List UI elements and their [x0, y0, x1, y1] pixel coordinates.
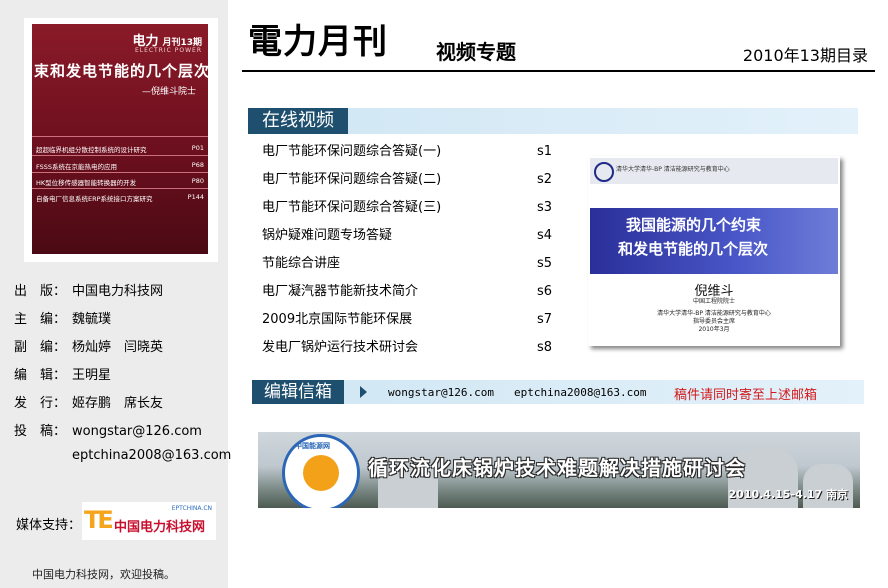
video-item[interactable]: 节能综合讲座 s5 — [262, 256, 552, 284]
tsinghua-logo-icon — [594, 162, 614, 182]
header-divider — [242, 70, 875, 72]
slide-title-line1: 我国能源的几个约束 — [626, 216, 762, 234]
page-title: 電力月刊 — [248, 22, 388, 62]
issue-label: 2010年13期目录 — [742, 46, 868, 65]
video-code[interactable]: s5 — [537, 256, 552, 272]
video-code[interactable]: s7 — [537, 312, 552, 328]
cover-divider — [32, 172, 208, 173]
submission-email-link-2[interactable]: eptchina2008@163.com — [72, 448, 231, 463]
video-title[interactable]: 电厂节能环保问题综合答疑(三) — [262, 200, 441, 215]
slide-title-band: 我国能源的几个约束 和发电节能的几个层次 — [590, 208, 838, 274]
media-support-label: 媒体支持： — [16, 518, 82, 533]
event-banner[interactable]: 中国能源网 循环流化床锅炉技术难题解决措施研讨会 2010.4.15-4.17 … — [258, 432, 860, 508]
logo-url: EPTCHINA.CN — [171, 505, 212, 512]
submission-email-link[interactable]: wongstar@126.com — [72, 424, 202, 439]
slide-title-line2: 和发电节能的几个层次 — [618, 240, 769, 258]
magazine-cover[interactable]: 电力 月刊13期 ELECTRIC POWER 束和发电节能的几个层次 —倪维斗院… — [24, 18, 218, 262]
mailbox-note: 稿件请同时寄至上述邮箱 — [674, 388, 818, 403]
meta-publisher: 出 版： 中国电力科技网 — [14, 284, 164, 299]
video-code[interactable]: s6 — [537, 284, 552, 300]
cover-toc-item: 自备电厂信息系统ERP系统接口方案研究 P144 — [36, 193, 204, 203]
media-partner-logo[interactable]: TE EPTCHINA.CN 中国电力科技网 — [82, 502, 216, 540]
video-title[interactable]: 发电厂锅炉运行技术研讨会 — [262, 340, 418, 355]
editor-mailbox-heading: 编辑信箱 — [252, 380, 344, 404]
video-item[interactable]: 电厂凝汽器节能新技术简介 s6 — [262, 284, 552, 312]
video-title[interactable]: 节能综合讲座 — [262, 256, 340, 271]
online-video-section-bar: 在线视频 — [248, 108, 858, 134]
cover-divider — [32, 188, 208, 189]
mailbox-email-2[interactable]: eptchina2008@163.com — [514, 386, 646, 399]
cover-toc-item: HK型位移传感器智能转换器的开发 P80 — [36, 177, 204, 187]
cover-author: —倪维斗院士 — [141, 87, 196, 97]
video-code[interactable]: s8 — [537, 340, 552, 356]
meta-submission: 投 稿： wongstar@126.com — [14, 424, 202, 439]
energy-network-badge: 中国能源网 — [282, 434, 360, 508]
cover-toc-item: 超超临界机组分散控制系统的设计研究 P01 — [36, 144, 204, 154]
meta-chief-editor: 主 编： 魏毓璞 — [14, 312, 112, 327]
cover-divider — [32, 155, 208, 156]
cover-image: 电力 月刊13期 ELECTRIC POWER 束和发电节能的几个层次 —倪维斗院… — [32, 24, 208, 254]
badge-text: 中国能源网 — [295, 442, 330, 450]
video-item[interactable]: 电厂节能环保问题综合答疑(一) s1 — [262, 144, 552, 172]
page-subtitle: 视频专题 — [436, 40, 516, 64]
video-list: 电厂节能环保问题综合答疑(一) s1 电厂节能环保问题综合答疑(二) s2 电厂节能… — [262, 144, 552, 368]
video-title[interactable]: 锅炉疑难问题专场答疑 — [262, 228, 392, 243]
slide-date: 2010年3月 — [698, 326, 730, 333]
te-logo-icon: TE — [84, 506, 114, 534]
video-title[interactable]: 电厂节能环保问题综合答疑(一) — [262, 144, 441, 159]
video-code[interactable]: s2 — [537, 172, 552, 188]
banner-title: 循环流化床锅炉技术难题解决措施研讨会 — [368, 456, 746, 480]
cover-toc-item: FSSS系统在京能热电的应用 P68 — [36, 161, 204, 171]
video-code[interactable]: s1 — [537, 144, 552, 160]
slide-author-title: 中国工程院院士 — [692, 298, 735, 305]
video-item[interactable]: 锅炉疑难问题专场答疑 s4 — [262, 228, 552, 256]
sun-icon — [303, 455, 339, 491]
cover-divider — [32, 136, 208, 137]
left-sidebar: 电力 月刊13期 ELECTRIC POWER 束和发电节能的几个层次 —倪维斗院… — [0, 0, 231, 588]
meta-deputy-editor: 副 编： 杨灿婷 闫晓英 — [14, 340, 164, 355]
slide-header-text: 清华大学清华-BP 清洁能源研究与教育中心 — [616, 166, 730, 173]
video-item[interactable]: 发电厂锅炉运行技术研讨会 s8 — [262, 340, 552, 368]
video-item[interactable]: 2009北京国际节能环保展 s7 — [262, 312, 552, 340]
online-video-heading: 在线视频 — [248, 108, 348, 134]
mailbox-email-1[interactable]: wongstar@126.com — [388, 386, 494, 399]
video-item[interactable]: 电厂节能环保问题综合答疑(三) s3 — [262, 200, 552, 228]
video-slide-preview[interactable]: 清华大学清华-BP 清洁能源研究与教育中心 我国能源的几个约束 和发电节能的几个… — [588, 156, 840, 346]
slide-header-bar: 清华大学清华-BP 清洁能源研究与教育中心 — [590, 158, 838, 184]
editor-mailbox-bar: 编辑信箱 wongstar@126.com eptchina2008@163.c… — [252, 380, 864, 404]
meta-distribution: 发 行： 姬存鹏 席长友 — [14, 396, 164, 411]
cover-brand-en: ELECTRIC POWER — [134, 47, 202, 54]
logo-name: 中国电力科技网 — [114, 520, 206, 535]
video-code[interactable]: s3 — [537, 200, 552, 216]
banner-date: 2010.4.15-4.17 南京 — [728, 488, 848, 501]
arrow-right-icon — [360, 386, 367, 398]
video-title[interactable]: 2009北京国际节能环保展 — [262, 312, 412, 327]
video-title[interactable]: 电厂凝汽器节能新技术简介 — [262, 284, 418, 299]
video-title[interactable]: 电厂节能环保问题综合答疑(二) — [262, 172, 441, 187]
cover-headline: 束和发电节能的几个层次 — [34, 62, 208, 80]
meta-editor: 编 辑： 王明星 — [14, 368, 112, 383]
video-item[interactable]: 电厂节能环保问题综合答疑(二) s2 — [262, 172, 552, 200]
footer-note: 中国电力科技网，欢迎投稿。 — [32, 568, 175, 581]
video-code[interactable]: s4 — [537, 228, 552, 244]
